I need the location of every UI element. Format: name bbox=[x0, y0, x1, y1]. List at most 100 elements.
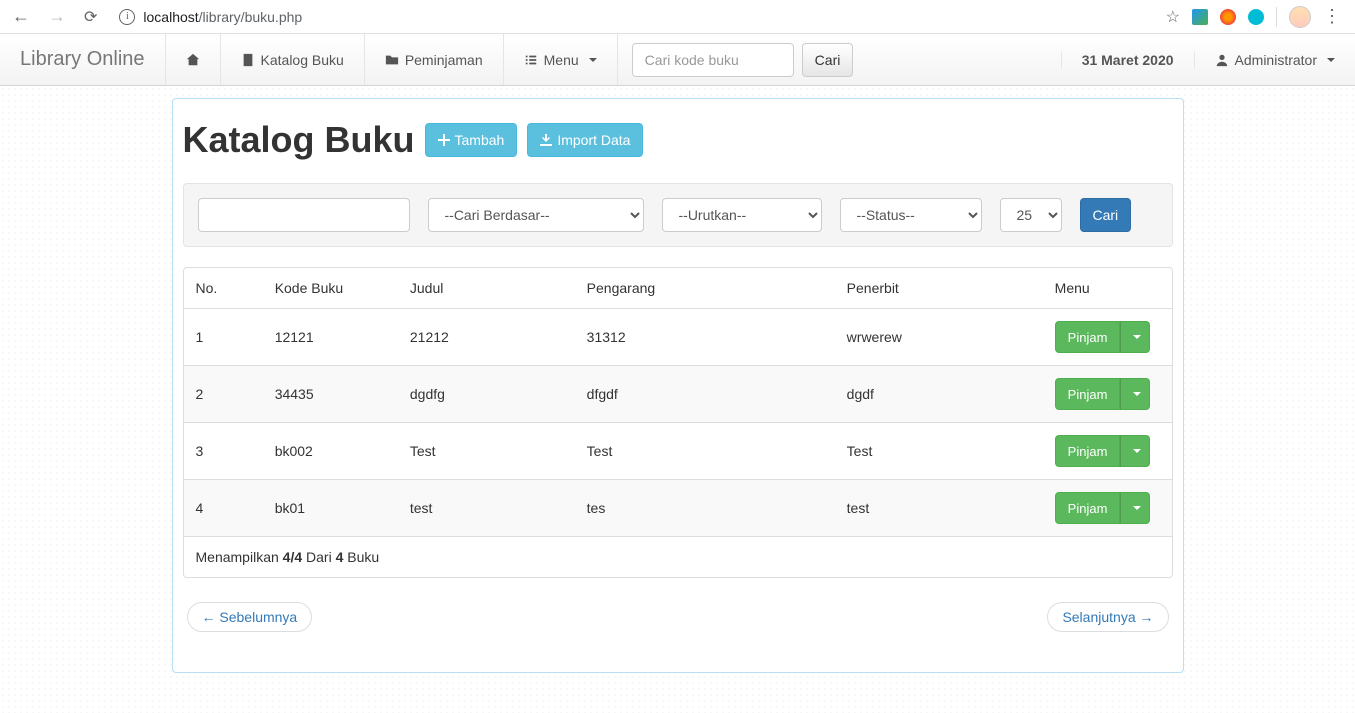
extension-icon-2[interactable] bbox=[1220, 9, 1236, 25]
browser-toolbar: ← → ⟳ i localhost/library/buku.php ☆ ⋮ bbox=[0, 0, 1355, 34]
cell-kode: bk01 bbox=[267, 480, 402, 537]
filter-cari-berdasar[interactable]: --Cari Berdasar-- bbox=[428, 198, 644, 232]
pinjam-dropdown[interactable] bbox=[1120, 492, 1150, 524]
cell-no: 2 bbox=[184, 366, 267, 423]
pinjam-dropdown[interactable] bbox=[1120, 378, 1150, 410]
pager-next[interactable]: Selanjutnya → bbox=[1047, 602, 1168, 632]
table-row: 4bk01testtestestPinjam bbox=[184, 480, 1172, 537]
nav-katalog[interactable]: Katalog Buku bbox=[220, 34, 364, 85]
pinjam-button[interactable]: Pinjam bbox=[1055, 378, 1121, 410]
cell-menu: Pinjam bbox=[1047, 366, 1172, 423]
cell-no: 3 bbox=[184, 423, 267, 480]
url-text: localhost/library/buku.php bbox=[143, 9, 302, 25]
extension-icon-1[interactable] bbox=[1192, 9, 1208, 25]
nav-menu[interactable]: Menu bbox=[503, 34, 617, 85]
caret-down-icon bbox=[1133, 392, 1141, 396]
table-row: 234435dgdfgdfgdfdgdfPinjam bbox=[184, 366, 1172, 423]
site-info-icon[interactable]: i bbox=[119, 9, 135, 25]
caret-down-icon bbox=[1133, 335, 1141, 339]
nav-peminjaman-label: Peminjaman bbox=[405, 52, 483, 68]
cell-pengarang: 31312 bbox=[579, 309, 839, 366]
caret-down-icon bbox=[589, 58, 597, 62]
cell-menu: Pinjam bbox=[1047, 480, 1172, 537]
pager: ← Sebelumnya Selanjutnya → bbox=[183, 602, 1173, 632]
pinjam-button[interactable]: Pinjam bbox=[1055, 321, 1121, 353]
cell-menu: Pinjam bbox=[1047, 423, 1172, 480]
cell-penerbit: wrwerew bbox=[839, 309, 1047, 366]
nav-user-label: Administrator bbox=[1235, 52, 1317, 68]
filter-search-input[interactable] bbox=[198, 198, 410, 232]
folder-icon bbox=[385, 53, 399, 67]
cell-judul: test bbox=[402, 480, 579, 537]
nav-search-button[interactable]: Cari bbox=[802, 43, 854, 77]
nav-search-input[interactable] bbox=[632, 43, 794, 77]
nav-user-menu[interactable]: Administrator bbox=[1194, 52, 1355, 68]
col-menu: Menu bbox=[1047, 268, 1172, 309]
bookmark-star-icon[interactable]: ☆ bbox=[1166, 7, 1180, 27]
cell-penerbit: dgdf bbox=[839, 366, 1047, 423]
cell-pengarang: tes bbox=[579, 480, 839, 537]
list-icon bbox=[524, 53, 538, 67]
book-icon bbox=[241, 53, 255, 67]
import-label: Import Data bbox=[557, 132, 630, 148]
nav-search-form: Cari bbox=[617, 34, 868, 85]
profile-avatar[interactable] bbox=[1289, 6, 1311, 28]
nav-menu-label: Menu bbox=[544, 52, 579, 68]
cell-kode: bk002 bbox=[267, 423, 402, 480]
pager-prev[interactable]: ← Sebelumnya bbox=[187, 602, 313, 632]
pinjam-button[interactable]: Pinjam bbox=[1055, 435, 1121, 467]
col-penerbit: Penerbit bbox=[839, 268, 1047, 309]
cell-judul: 21212 bbox=[402, 309, 579, 366]
nav-katalog-label: Katalog Buku bbox=[261, 52, 344, 68]
col-judul: Judul bbox=[402, 268, 579, 309]
cell-pengarang: Test bbox=[579, 423, 839, 480]
chrome-menu-icon[interactable]: ⋮ bbox=[1323, 6, 1341, 27]
filter-cari-button[interactable]: Cari bbox=[1080, 198, 1132, 232]
col-pengarang: Pengarang bbox=[579, 268, 839, 309]
filter-status[interactable]: --Status-- bbox=[840, 198, 982, 232]
table-row: 3bk002TestTestTestPinjam bbox=[184, 423, 1172, 480]
back-button[interactable]: ← bbox=[8, 4, 34, 29]
tambah-label: Tambah bbox=[455, 132, 505, 148]
filter-urutkan[interactable]: --Urutkan-- bbox=[662, 198, 822, 232]
col-kode: Kode Buku bbox=[267, 268, 402, 309]
filter-bar: --Cari Berdasar-- --Urutkan-- --Status--… bbox=[183, 183, 1173, 247]
forward-button[interactable]: → bbox=[44, 4, 70, 29]
import-button[interactable]: Import Data bbox=[527, 123, 643, 157]
cell-no: 1 bbox=[184, 309, 267, 366]
cell-kode: 12121 bbox=[267, 309, 402, 366]
nav-peminjaman[interactable]: Peminjaman bbox=[364, 34, 503, 85]
caret-down-icon bbox=[1133, 506, 1141, 510]
brand[interactable]: Library Online bbox=[0, 34, 165, 85]
download-icon bbox=[540, 134, 552, 146]
pinjam-button[interactable]: Pinjam bbox=[1055, 492, 1121, 524]
buku-table: No. Kode Buku Judul Pengarang Penerbit M… bbox=[184, 268, 1172, 577]
reload-button[interactable]: ⟳ bbox=[80, 5, 101, 29]
caret-down-icon bbox=[1133, 449, 1141, 453]
divider bbox=[1276, 7, 1277, 27]
caret-down-icon bbox=[1327, 58, 1335, 62]
col-no: No. bbox=[184, 268, 267, 309]
table-row: 1121212121231312wrwerewPinjam bbox=[184, 309, 1172, 366]
address-bar[interactable]: i localhost/library/buku.php bbox=[111, 9, 1155, 25]
cell-penerbit: test bbox=[839, 480, 1047, 537]
cell-no: 4 bbox=[184, 480, 267, 537]
nav-date: 31 Maret 2020 bbox=[1061, 52, 1194, 68]
nav-home[interactable] bbox=[165, 34, 220, 85]
cell-menu: Pinjam bbox=[1047, 309, 1172, 366]
filter-limit[interactable]: 25 bbox=[1000, 198, 1062, 232]
main-panel: Katalog Buku Tambah Import Data --Cari B… bbox=[172, 98, 1184, 673]
extension-icon-3[interactable] bbox=[1248, 9, 1264, 25]
pinjam-dropdown[interactable] bbox=[1120, 321, 1150, 353]
pinjam-dropdown[interactable] bbox=[1120, 435, 1150, 467]
tambah-button[interactable]: Tambah bbox=[425, 123, 518, 157]
home-icon bbox=[186, 53, 200, 67]
user-icon bbox=[1215, 53, 1229, 67]
cell-pengarang: dfgdf bbox=[579, 366, 839, 423]
cell-kode: 34435 bbox=[267, 366, 402, 423]
cell-penerbit: Test bbox=[839, 423, 1047, 480]
cell-judul: dgdfg bbox=[402, 366, 579, 423]
page-title: Katalog Buku bbox=[183, 119, 415, 161]
cell-judul: Test bbox=[402, 423, 579, 480]
app-navbar: Library Online Katalog Buku Peminjaman M… bbox=[0, 34, 1355, 86]
